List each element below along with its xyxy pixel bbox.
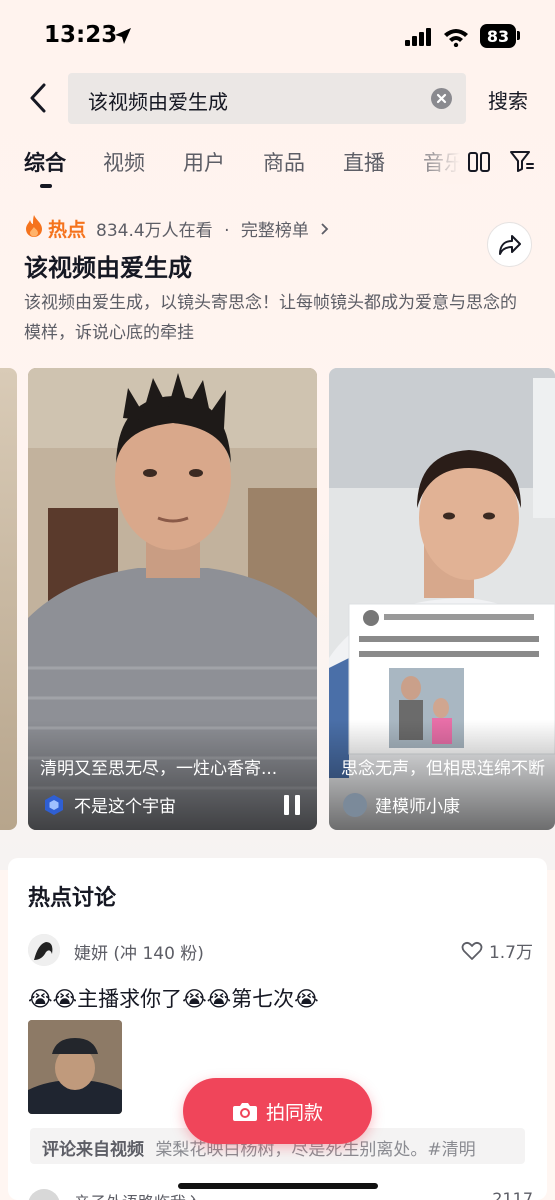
filter-icon[interactable] [509,149,535,177]
search-input[interactable]: 该视频由爱生成 [68,73,466,124]
shoot-same-label: 拍同款 [265,1101,323,1124]
meta-separator: · [224,220,230,241]
battery-icon: 83 [480,24,516,48]
chevron-left-icon [30,83,46,113]
video-carousel: 清明又至思无尽，一炷心香寄... 不是这个宇宙 思念无声，但相思连绵不断 建模师… [0,368,555,830]
status-time: 13:23 [44,22,118,48]
user-name[interactable]: 婕妍 (冲 140 粉) [74,939,204,964]
camera-icon [232,1103,257,1121]
section-title: 热点讨论 [28,886,117,911]
tab-comprehensive[interactable]: 综合 [24,147,66,177]
user-avatar[interactable] [28,934,60,966]
home-indicator [178,1183,378,1189]
back-button[interactable] [24,80,54,116]
hot-label: 热点 [48,218,87,241]
hot-topic-title: 该视频由爱生成 [24,254,192,282]
user-name[interactable]: 亲子外语路临我入 [74,1189,202,1200]
location-arrow-icon [114,27,132,49]
post-image[interactable] [28,1020,122,1114]
heart-icon [461,941,483,960]
chevron-right-icon [320,221,329,241]
like-count: 1.7万 [488,943,533,963]
hot-topic-meta[interactable]: 热点 834.4万人在看 · 完整榜单 [24,214,329,242]
video-card[interactable]: 思念无声，但相思连绵不断 建模师小康 [329,368,555,830]
user-avatar[interactable] [28,1189,60,1200]
hot-viewers: 834.4万人在看 · 完整榜单 [96,216,329,241]
search-button[interactable]: 搜索 [488,85,528,114]
pause-icon[interactable] [284,795,300,815]
hexagon-avatar-icon [42,793,66,817]
tab-live[interactable]: 直播 [343,147,385,177]
hot-topic-description: 该视频由爱生成，以镜头寄思念！让每帧镜头都成为爱意与思念的模样，诉说心底的牵挂 [24,293,517,343]
video-caption: 清明又至思无尽，一炷心香寄... [40,759,278,779]
video-author-name: 建模师小康 [375,797,460,817]
status-bar: 13:23 83 [0,0,555,72]
video-caption: 思念无声，但相思连绵不断 [341,759,545,779]
cellular-signal-icon [405,28,433,50]
tab-products[interactable]: 商品 [263,147,305,177]
fire-icon [24,214,44,242]
like-count[interactable]: 2117 [492,1189,533,1200]
search-query-text: 该视频由爱生成 [88,90,228,114]
shoot-same-button[interactable]: 拍同款 [183,1078,372,1144]
layout-toggle-icon[interactable] [467,150,491,178]
full-list-link[interactable]: 完整榜单 [241,221,309,241]
previous-video-card[interactable] [0,368,17,830]
video-card[interactable]: 清明又至思无尽，一炷心香寄... 不是这个宇宙 [28,368,317,830]
hot-discussion-section: 热点讨论 婕妍 (冲 140 粉) 1.7万 😭😭主播求你了😭😭第七次😭 评论来… [8,858,547,1200]
active-tab-indicator [40,184,52,188]
clear-search-icon[interactable] [431,88,452,109]
post-header: 婕妍 (冲 140 粉) 1.7万 [28,932,533,968]
tab-users[interactable]: 用户 [183,147,225,177]
wifi-icon [443,27,469,51]
post-text: 😭😭主播求你了😭😭第七次😭 [28,987,319,1011]
video-author[interactable]: 不是这个宇宙 [42,792,176,817]
like-button[interactable]: 1.7万 [461,938,533,963]
battery-tip [517,31,520,40]
share-icon [498,234,521,255]
video-author[interactable]: 建模师小康 [343,792,460,817]
tab-videos[interactable]: 视频 [103,147,145,177]
tabs-fade-overlay [412,140,472,184]
viewers-count: 834.4万人在看 [96,220,213,241]
author-avatar [343,792,367,817]
share-button[interactable] [487,222,532,267]
video-author-name: 不是这个宇宙 [74,797,176,817]
comment-source-label: 评论来自视频 [42,1140,144,1160]
